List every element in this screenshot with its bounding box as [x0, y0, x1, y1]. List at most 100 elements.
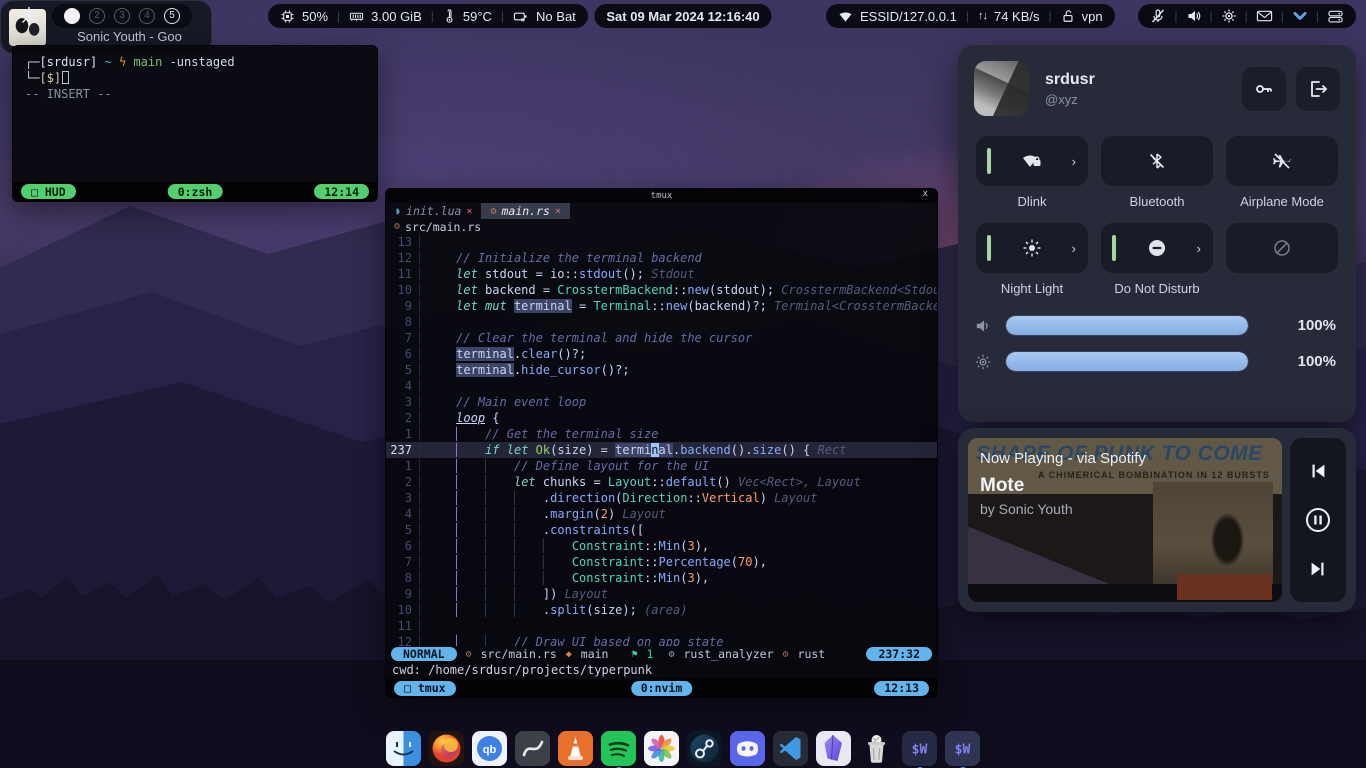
code-line[interactable]: 6│ ▏ ▏ ▏ ▏ Constraint::Min(3), — [386, 538, 937, 554]
dock-icon-qbittorrent[interactable]: qb — [472, 731, 507, 766]
tmux-statusbar-zsh: □ HUD 0:zsh 12:14 — [13, 182, 377, 201]
code-line[interactable]: 6│ terminal.clear()?; — [386, 346, 937, 362]
toggle-label: Bluetooth — [1130, 194, 1185, 210]
workspace-indicator-2[interactable]: 2 — [89, 8, 105, 24]
tab-init.lua[interactable]: ◗init.lua× — [386, 203, 481, 219]
workspace-indicator-4[interactable]: 4 — [139, 8, 155, 24]
chevron-right-icon[interactable]: › — [1197, 241, 1201, 256]
clock[interactable]: Sat 09 Mar 2024 12:16:40 — [594, 4, 771, 28]
sun-icon — [1022, 238, 1042, 258]
dock-icon-discord[interactable] — [730, 731, 765, 766]
rust-gear-icon: ⚙ — [490, 206, 496, 217]
brightness-icon — [974, 353, 992, 371]
thermometer-icon — [443, 9, 456, 24]
avatar — [974, 61, 1029, 116]
toggle-dlink[interactable]: › — [976, 136, 1088, 186]
dock-icon-vscode[interactable] — [773, 731, 808, 766]
workspace-indicator-5[interactable]: 5 — [164, 8, 180, 24]
next-track-button[interactable] — [1307, 558, 1329, 580]
pause-button[interactable] — [1303, 505, 1333, 535]
workspace-indicator-1[interactable] — [64, 8, 80, 24]
code-line[interactable]: 12│ // Initialize the terminal backend — [386, 250, 937, 266]
distro-logo-snowflake-icon[interactable] — [18, 5, 40, 32]
lock-keys-button[interactable] — [1242, 67, 1286, 111]
code-line[interactable]: 7│ ▏ ▏ ▏ ▏ Constraint::Percentage(70), — [386, 554, 937, 570]
close-icon[interactable]: x — [923, 189, 928, 199]
dock-icon-mpv[interactable] — [515, 731, 550, 766]
previous-track-button[interactable] — [1307, 460, 1329, 482]
code-line[interactable]: 4│ — [386, 378, 937, 394]
toggle-do-not-disturb[interactable]: › — [1101, 223, 1213, 273]
next-icon — [1307, 558, 1329, 580]
toggle-bluetooth[interactable] — [1101, 136, 1213, 186]
dock-icon-trash[interactable] — [859, 731, 894, 766]
code-line[interactable]: 3│ // Main event loop — [386, 394, 937, 410]
code-line[interactable]: 13│ — [386, 234, 937, 250]
net-speed: 74 KB/s — [994, 9, 1040, 24]
code-line[interactable]: 2│ loop { — [386, 410, 937, 426]
code-line[interactable]: 8│ ▏ ▏ ▏ ▏ Constraint::Min(3), — [386, 570, 937, 586]
toggle-night-light[interactable]: › — [976, 223, 1088, 273]
window-titlebar[interactable]: tmux x — [386, 189, 937, 203]
tray-layout-icon[interactable] — [1327, 9, 1344, 24]
tmux-session-pill[interactable]: □ tmux — [394, 681, 456, 696]
toggle-airplane-mode[interactable] — [1226, 136, 1338, 186]
settings-gear-icon[interactable] — [1221, 8, 1237, 24]
dock-icon-obsidian[interactable] — [816, 731, 851, 766]
code-line[interactable]: 7│ // Clear the terminal and hide the cu… — [386, 330, 937, 346]
code-line[interactable]: 11│ let stdout = io::stdout(); Stdout — [386, 266, 937, 282]
code-line[interactable]: 5│ ▏ ▏ ▏ .constraints([ — [386, 522, 937, 538]
code-line[interactable]: 4│ ▏ ▏ ▏ .margin(2) Layout — [386, 506, 937, 522]
vi-mode-indicator: -- INSERT -- — [25, 86, 365, 102]
toggle-extra-5[interactable] — [1226, 223, 1338, 273]
dock-icon-photos[interactable] — [644, 731, 679, 766]
tmux-window-pill[interactable]: 0:zsh — [168, 184, 223, 199]
tab-main.rs[interactable]: ⚙main.rs× — [481, 203, 570, 219]
mail-icon[interactable] — [1256, 9, 1273, 23]
code-area[interactable]: 13│12│ // Initialize the terminal backen… — [386, 234, 937, 646]
key-icon — [1253, 78, 1275, 100]
code-line[interactable]: 10│ ▏ ▏ ▏ .split(size); (area) — [386, 602, 937, 618]
pause-icon — [1303, 505, 1333, 535]
tab-close-icon[interactable]: × — [555, 206, 561, 217]
cpu-usage: 50% — [302, 9, 328, 24]
chevron-right-icon[interactable]: › — [1072, 154, 1076, 169]
slider-row-speaker: 100% — [974, 315, 1340, 336]
dock-icon-sw-app-2[interactable]: $W — [945, 731, 980, 766]
now-playing-heading: Now Playing - via Spotify — [980, 450, 1146, 467]
dock-icon-sw-app-1[interactable]: $W — [902, 731, 937, 766]
code-line[interactable]: 10│ let backend = CrosstermBackend::new(… — [386, 282, 937, 298]
battery-missing-icon — [513, 9, 529, 24]
code-line[interactable]: 9│ ▏ ▏ ▏ ]) Layout — [386, 586, 937, 602]
logout-button[interactable] — [1296, 67, 1340, 111]
chevron-down-icon[interactable] — [1292, 9, 1308, 23]
dock-icon-file-manager[interactable] — [386, 731, 421, 766]
minus-circle-icon — [1147, 238, 1167, 258]
chevron-right-icon[interactable]: › — [1072, 241, 1076, 256]
code-line[interactable]: 5│ terminal.hide_cursor()?; — [386, 362, 937, 378]
volume-icon[interactable] — [1186, 8, 1202, 24]
workspace-indicator-3[interactable]: 3 — [114, 8, 130, 24]
code-line[interactable]: 12│ ▏ ▏ // Draw UI based on app state — [386, 634, 937, 646]
code-line[interactable]: 1│ ▏ ▏ // Define layout for the UI — [386, 458, 937, 474]
tmux-session-pill[interactable]: □ HUD — [21, 184, 76, 199]
network-status: ESSID/127.0.0.1 | ↑↓ 74 KB/s | vpn — [826, 4, 1115, 28]
dock-icon-steam[interactable] — [687, 731, 722, 766]
cwd-line: cwd: /home/srdusr/projects/typerpunk — [386, 662, 937, 677]
code-line[interactable]: 8│ — [386, 314, 937, 330]
code-line[interactable]: 2│ ▏ ▏ let chunks = Layout::default() Ve… — [386, 474, 937, 490]
dock-icon-firefox[interactable] — [429, 731, 464, 766]
tabline: ◗init.lua×⚙main.rs× — [386, 203, 937, 219]
dock-icon-spotify[interactable] — [601, 731, 636, 766]
tab-close-icon[interactable]: × — [466, 206, 472, 217]
slider-track[interactable] — [1005, 315, 1249, 336]
dock-icon-vlc[interactable] — [558, 731, 593, 766]
mic-muted-icon[interactable] — [1150, 8, 1166, 24]
slider-track[interactable] — [1005, 351, 1249, 372]
code-line[interactable]: 3│ ▏ ▏ ▏ .direction(Direction::Vertical)… — [386, 490, 937, 506]
code-line-current[interactable]: 237│ ▏ if let Ok(size) = terminal.backen… — [386, 442, 937, 458]
code-line[interactable]: 1│ ▏ // Get the terminal size — [386, 426, 937, 442]
code-line[interactable]: 11│ — [386, 618, 937, 634]
code-line[interactable]: 9│ let mut terminal = Terminal::new(back… — [386, 298, 937, 314]
tmux-window-pill[interactable]: 0:nvim — [631, 681, 693, 696]
